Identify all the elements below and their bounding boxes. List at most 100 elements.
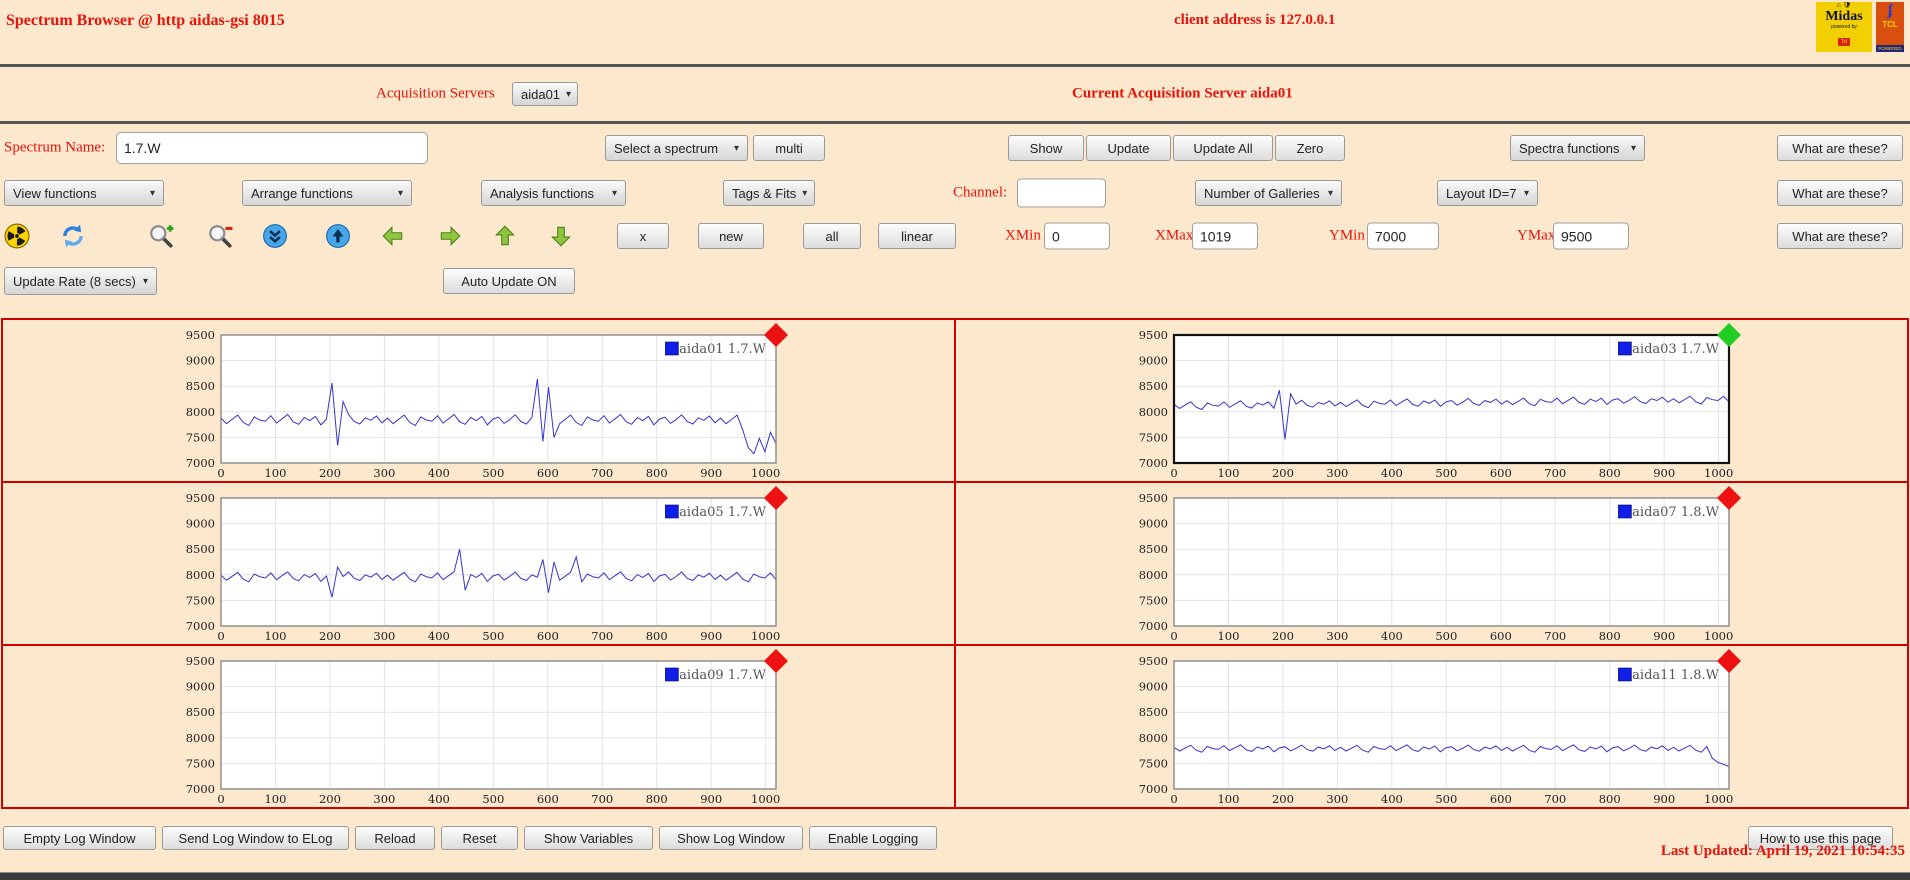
- svg-text:100: 100: [1217, 792, 1239, 805]
- scroll-up-icon[interactable]: [325, 223, 351, 249]
- spectrum-name-label: Spectrum Name:: [4, 140, 105, 157]
- select-a-spectrum-select[interactable]: Select a spectrum ▾: [605, 135, 748, 161]
- layout-id-select[interactable]: Layout ID=7 ▾: [1437, 180, 1538, 206]
- spectrum-row: Spectrum Name: Select a spectrum ▾ multi…: [0, 124, 1910, 172]
- scroll-down-icon[interactable]: [262, 223, 288, 249]
- arrange-functions-select[interactable]: Arrange functions ▾: [242, 180, 412, 206]
- svg-text:8000: 8000: [185, 404, 214, 418]
- radiation-icon[interactable]: [4, 223, 30, 249]
- svg-text:100: 100: [264, 792, 286, 805]
- svg-text:8000: 8000: [1138, 730, 1167, 744]
- chevron-down-icon: ▾: [612, 188, 617, 199]
- chevron-down-icon: ▾: [1328, 188, 1333, 199]
- enable-logging-button[interactable]: Enable Logging: [809, 826, 937, 850]
- update-rate-label: Update Rate (8 secs): [13, 274, 136, 289]
- spectrum-panel-aida01[interactable]: 0100200300400500600700800900100070007500…: [3, 320, 956, 483]
- svg-text:9500: 9500: [1138, 491, 1167, 505]
- svg-text:8500: 8500: [1138, 379, 1167, 393]
- arrow-down-icon[interactable]: [548, 223, 574, 249]
- svg-text:900: 900: [700, 792, 722, 805]
- spectrum-panel-aida07[interactable]: 0100200300400500600700800900100070007500…: [956, 483, 1909, 646]
- svg-text:9500: 9500: [1138, 328, 1167, 342]
- acquisition-servers-label: Acquisition Servers: [376, 86, 495, 103]
- refresh-icon[interactable]: [60, 223, 86, 249]
- reload-button[interactable]: Reload: [355, 826, 435, 850]
- svg-text:8000: 8000: [1138, 404, 1167, 418]
- svg-text:9000: 9000: [185, 516, 214, 530]
- zoom-in-icon[interactable]: [148, 223, 174, 249]
- svg-text:9000: 9000: [1138, 679, 1167, 693]
- reset-button[interactable]: Reset: [441, 826, 518, 850]
- number-of-galleries-select[interactable]: Number of Galleries ▾: [1195, 180, 1342, 206]
- legend-swatch: [665, 668, 678, 681]
- ymin-input[interactable]: [1367, 223, 1439, 250]
- svg-text:800: 800: [645, 466, 667, 479]
- update-rate-select[interactable]: Update Rate (8 secs) ▾: [4, 267, 157, 295]
- svg-text:8000: 8000: [1138, 567, 1167, 581]
- svg-text:200: 200: [1271, 792, 1293, 805]
- svg-text:7000: 7000: [1138, 619, 1167, 633]
- svg-text:900: 900: [1653, 792, 1675, 805]
- auto-update-button[interactable]: Auto Update ON: [443, 268, 575, 294]
- spectrum-panel-aida03[interactable]: 0100200300400500600700800900100070007500…: [956, 320, 1909, 483]
- svg-text:600: 600: [536, 792, 558, 805]
- tools-row: x new all linear XMin XMax YMin YMax Wha…: [0, 214, 1910, 258]
- linear-button[interactable]: linear: [878, 223, 956, 249]
- what-are-these-button-2[interactable]: What are these?: [1777, 180, 1903, 206]
- svg-text:600: 600: [536, 466, 558, 479]
- ymax-input[interactable]: [1553, 223, 1629, 250]
- svg-text:7000: 7000: [1138, 782, 1167, 796]
- zero-button[interactable]: Zero: [1275, 135, 1345, 161]
- svg-text:7500: 7500: [185, 756, 214, 770]
- acquisition-server-select[interactable]: aida01 ▾: [512, 82, 578, 106]
- arrow-up-icon[interactable]: [492, 223, 518, 249]
- empty-log-window-button[interactable]: Empty Log Window: [3, 826, 156, 850]
- update-button[interactable]: Update: [1086, 135, 1171, 161]
- show-button[interactable]: Show: [1008, 135, 1084, 161]
- show-variables-button[interactable]: Show Variables: [524, 826, 653, 850]
- update-all-button[interactable]: Update All: [1173, 135, 1273, 161]
- spectrum-chart-aida11: 0100200300400500600700800900100070007500…: [1122, 649, 1742, 805]
- new-button[interactable]: new: [698, 223, 764, 249]
- spectrum-panel-aida09[interactable]: 0100200300400500600700800900100070007500…: [3, 646, 956, 809]
- svg-text:0: 0: [1170, 466, 1177, 479]
- xmax-input[interactable]: [1192, 223, 1258, 250]
- what-are-these-button-1[interactable]: What are these?: [1777, 135, 1903, 161]
- spectrum-name-input[interactable]: [116, 132, 428, 164]
- view-functions-select[interactable]: View functions ▾: [4, 180, 164, 206]
- svg-text:9500: 9500: [1138, 654, 1167, 668]
- tags-fits-label: Tags & Fits: [732, 186, 796, 201]
- tcl-powered-logo[interactable]: ʄ TCL POWERED: [1876, 2, 1904, 52]
- all-button[interactable]: all: [803, 223, 861, 249]
- tcl-logo-text: TCL: [1876, 20, 1904, 29]
- spectrum-panel-aida05[interactable]: 0100200300400500600700800900100070007500…: [3, 483, 956, 646]
- svg-text:1000: 1000: [1704, 792, 1733, 805]
- x-button[interactable]: x: [617, 223, 669, 249]
- footer-row: Empty Log Window Send Log Window to ELog…: [0, 823, 1910, 853]
- multi-button[interactable]: multi: [753, 135, 825, 161]
- send-log-to-elog-button[interactable]: Send Log Window to ELog: [162, 826, 349, 850]
- arrow-right-icon[interactable]: [437, 223, 463, 249]
- svg-text:0: 0: [1170, 629, 1177, 642]
- midas-logo[interactable]: ⌂ 🛡 Midas powered by Tcl: [1816, 2, 1872, 52]
- update-row: Update Rate (8 secs) ▾ Auto Update ON: [0, 258, 1910, 304]
- svg-text:700: 700: [591, 466, 613, 479]
- chevron-down-icon: ▾: [566, 89, 571, 100]
- arrow-left-icon[interactable]: [380, 223, 406, 249]
- svg-text:100: 100: [264, 466, 286, 479]
- spectrum-panel-aida11[interactable]: 0100200300400500600700800900100070007500…: [956, 646, 1909, 809]
- spectra-functions-select[interactable]: Spectra functions ▾: [1510, 135, 1645, 161]
- channel-input[interactable]: [1017, 179, 1106, 208]
- svg-text:9000: 9000: [185, 353, 214, 367]
- legend-swatch: [1618, 505, 1631, 518]
- chevron-down-icon: ▾: [802, 188, 807, 199]
- svg-text:8500: 8500: [185, 705, 214, 719]
- xmin-input[interactable]: [1044, 223, 1110, 250]
- what-are-these-button-3[interactable]: What are these?: [1777, 223, 1903, 249]
- analysis-functions-select[interactable]: Analysis functions ▾: [481, 180, 626, 206]
- svg-text:9000: 9000: [1138, 516, 1167, 530]
- svg-text:1000: 1000: [1704, 629, 1733, 642]
- tags-fits-select[interactable]: Tags & Fits ▾: [723, 180, 815, 206]
- zoom-out-icon[interactable]: [207, 223, 233, 249]
- show-log-window-button[interactable]: Show Log Window: [659, 826, 803, 850]
